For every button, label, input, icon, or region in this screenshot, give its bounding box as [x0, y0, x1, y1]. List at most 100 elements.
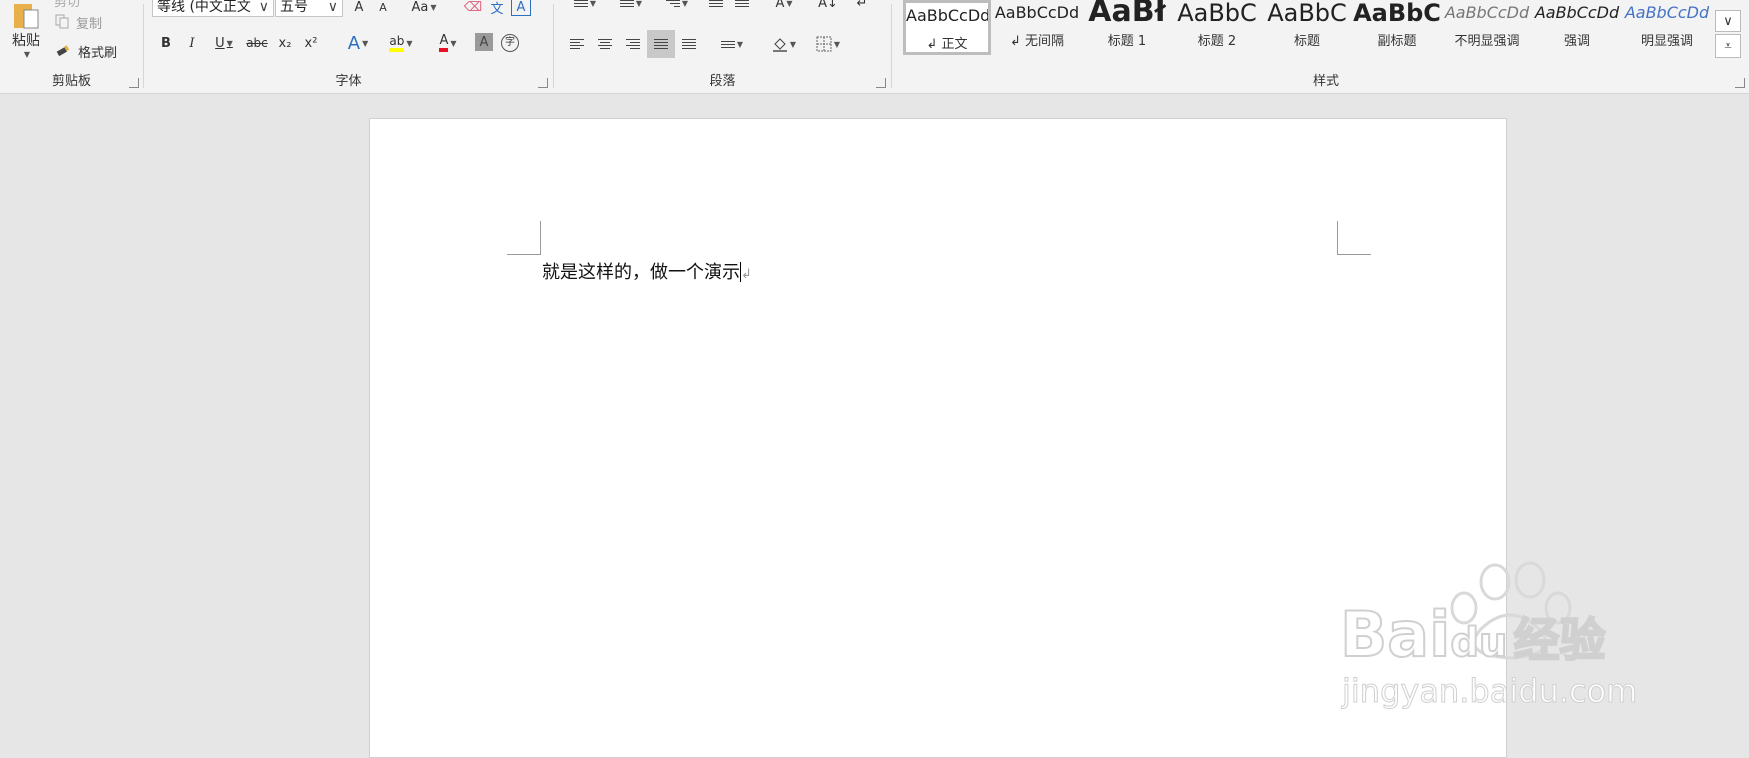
format-painter-icon: [56, 45, 70, 57]
watermark-logo: Baidu 经验 jingyan.baidu.com: [1339, 560, 1660, 711]
align-left-icon: [570, 39, 584, 49]
underline-icon: U: [215, 35, 225, 51]
sort-button[interactable]: A↓: [817, 0, 839, 12]
crop-mark: [507, 221, 541, 255]
text-effects-button[interactable]: A ▼: [341, 32, 375, 54]
font-name-combo[interactable]: 等线 (中文正文 ∨: [152, 0, 274, 17]
justify-button[interactable]: [647, 30, 675, 58]
distributed-icon: [682, 39, 696, 49]
style-preview: AaBbCcDd: [1624, 3, 1710, 22]
style-name: 强调: [1563, 34, 1590, 49]
clear-format-button[interactable]: ⌫: [463, 0, 483, 15]
shrink-font-icon: A: [379, 0, 387, 14]
font-launcher-icon[interactable]: [538, 78, 548, 88]
document-body[interactable]: 就是这样的，做一个演示↲: [542, 258, 752, 284]
style-heading-1[interactable]: AaBł 标题 1: [1083, 0, 1171, 55]
show-marks-button[interactable]: ↵: [851, 0, 873, 12]
style-normal[interactable]: AaBbCcDd ↲ 正文: [903, 0, 991, 55]
paste-button[interactable]: 粘贴 ▼: [6, 0, 46, 62]
align-center-icon: [598, 39, 612, 49]
line-spacing-button[interactable]: ▼: [713, 32, 751, 56]
justify-icon: [654, 39, 668, 49]
style-name: 标题 1: [1107, 34, 1147, 49]
bold-button[interactable]: B: [155, 32, 177, 54]
phonetic-guide-button[interactable]: 文: [487, 0, 507, 17]
borders-button[interactable]: ▼: [809, 32, 847, 56]
style-emphasis[interactable]: AaBbCcDd 强调: [1533, 0, 1621, 55]
cut-button[interactable]: 剪切: [54, 0, 80, 10]
crop-mark: [1337, 221, 1371, 255]
document-page[interactable]: 就是这样的，做一个演示↲: [369, 118, 1507, 758]
paragraph-group: ▼ ▼ ▼ A ▼ A↓ ↵ ▼ ▼ ▼ 段落: [555, 0, 890, 93]
text-effects-icon: A: [347, 32, 361, 54]
style-subtitle[interactable]: AaBbC 副标题: [1353, 0, 1441, 55]
format-painter-button[interactable]: 格式刷: [56, 41, 117, 61]
styles-scroll-down-button[interactable]: ∨: [1715, 10, 1741, 32]
style-preview: AaBbCcDd: [1534, 3, 1620, 22]
copy-button[interactable]: 复制: [54, 12, 102, 32]
watermark-brand-text: Bai: [1339, 597, 1451, 672]
clipboard-launcher-icon[interactable]: [129, 78, 139, 88]
chinese-layout-button[interactable]: A ▼: [767, 0, 801, 12]
style-name: 明显强调: [1640, 34, 1693, 49]
style-no-spacing[interactable]: AaBbCcDd ↲ 无间隔: [993, 0, 1081, 55]
paragraph-launcher-icon[interactable]: [876, 78, 886, 88]
chinese-layout-icon: A: [775, 0, 785, 11]
phonetic-guide-icon: 文: [490, 1, 504, 17]
superscript-icon: x²: [304, 35, 318, 51]
style-subtle-emphasis[interactable]: AaBbCcDd 不明显强调: [1443, 0, 1531, 55]
bold-icon: B: [161, 35, 171, 51]
body-text: 就是这样的，做一个演示: [542, 262, 740, 283]
style-intense-emphasis[interactable]: AaBbCcDd 明显强调: [1623, 0, 1711, 55]
italic-button[interactable]: I: [181, 32, 203, 54]
decrease-indent-button[interactable]: [705, 0, 727, 12]
styles-more-button[interactable]: ⩡: [1715, 34, 1741, 58]
align-center-button[interactable]: [593, 32, 617, 56]
superscript-button[interactable]: x²: [299, 32, 323, 54]
font-name-value: 等线 (中文正文: [157, 0, 251, 15]
paste-label: 粘贴: [12, 32, 40, 49]
paragraph-group-label: 段落: [709, 74, 736, 89]
font-group: 等线 (中文正文 ∨ 五号 ∨ A A Aa ▼ ⌫ 文 A B I U ▼ abc…: [145, 0, 552, 93]
borders-icon: [816, 36, 832, 52]
bullets-button[interactable]: ▼: [565, 0, 605, 12]
separator: [143, 4, 144, 88]
distributed-button[interactable]: [677, 32, 701, 56]
style-name: 不明显强调: [1454, 34, 1520, 49]
font-size-combo[interactable]: 五号 ∨: [275, 0, 343, 17]
style-preview: AaBbCcDd: [906, 6, 988, 25]
change-case-button[interactable]: Aa ▼: [407, 0, 441, 15]
increase-indent-button[interactable]: [731, 0, 753, 12]
character-shading-button[interactable]: A: [475, 33, 493, 51]
paste-icon: [14, 3, 39, 28]
styles-launcher-icon[interactable]: [1735, 78, 1745, 88]
separator: [553, 4, 554, 88]
numbering-button[interactable]: ▼: [611, 0, 651, 12]
shading-button[interactable]: ▼: [765, 32, 803, 56]
strikethrough-button[interactable]: abc: [243, 32, 271, 54]
style-heading-2[interactable]: AaBbC 标题 2: [1173, 0, 1261, 55]
show-marks-icon: ↵: [856, 0, 868, 11]
character-border-button[interactable]: A: [511, 0, 531, 16]
change-case-icon: Aa: [411, 0, 429, 15]
line-spacing-icon: [720, 40, 735, 48]
underline-button[interactable]: U ▼: [207, 32, 241, 54]
align-right-button[interactable]: [621, 32, 645, 56]
multilevel-list-button[interactable]: ▼: [657, 0, 697, 12]
bullets-icon: [573, 0, 588, 7]
highlight-button[interactable]: ab ▼: [381, 32, 421, 54]
grow-font-button[interactable]: A: [349, 0, 369, 15]
style-preview: AaBbCcDd: [1444, 3, 1530, 22]
style-title[interactable]: AaBbC 标题: [1263, 0, 1351, 55]
align-left-button[interactable]: [565, 32, 589, 56]
enclose-characters-button[interactable]: 字: [499, 32, 521, 54]
shrink-font-button[interactable]: A: [373, 0, 393, 14]
font-name-dropdown-icon[interactable]: ∨: [259, 0, 269, 16]
paint-bucket-icon: [772, 38, 787, 52]
subscript-button[interactable]: x₂: [273, 32, 297, 54]
font-color-button[interactable]: A ▼: [431, 32, 465, 54]
font-size-dropdown-icon[interactable]: ∨: [328, 0, 338, 16]
paste-dropdown-icon[interactable]: ▼: [24, 50, 30, 59]
styles-group-label: 样式: [1312, 74, 1339, 89]
multilevel-list-icon: [665, 0, 680, 7]
